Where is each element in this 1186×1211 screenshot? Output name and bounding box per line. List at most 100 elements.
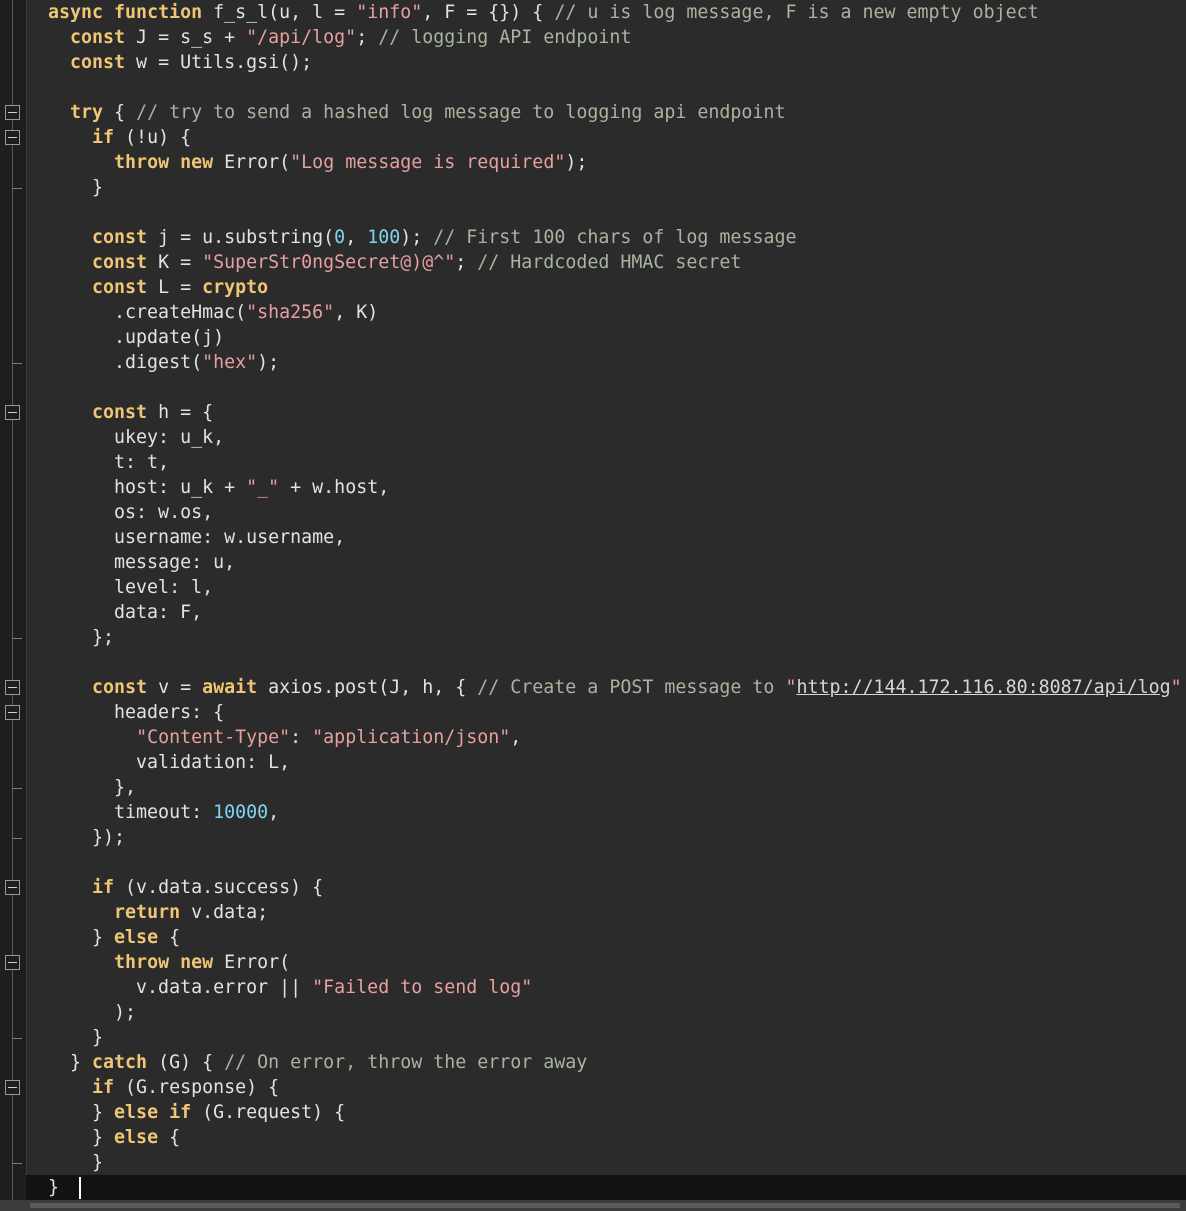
- url-link[interactable]: http://144.172.116.80:8087/api/log: [796, 677, 1170, 698]
- code-line[interactable]: const h = {: [48, 400, 1182, 425]
- code-line[interactable]: if (G.response) {: [48, 1075, 1182, 1100]
- code-line[interactable]: return v.data;: [48, 900, 1182, 925]
- code-token: ,: [510, 727, 522, 748]
- code-line[interactable]: });: [48, 825, 1182, 850]
- code-line[interactable]: const j = u.substring(0, 100); // First …: [48, 225, 1182, 250]
- code-line[interactable]: throw new Error("Log message is required…: [48, 150, 1182, 175]
- fold-toggle-icon[interactable]: [5, 705, 20, 720]
- code-line[interactable]: const J = s_s + "/api/log"; // logging A…: [48, 25, 1182, 50]
- fold-end-tick: [12, 1163, 22, 1164]
- code-token: level: l,: [48, 577, 214, 598]
- code-line[interactable]: try { // try to send a hashed log messag…: [48, 100, 1182, 125]
- code-line[interactable]: const L = crypto: [48, 275, 1182, 300]
- code-line[interactable]: .createHmac("sha256", K): [48, 300, 1182, 325]
- code-token: new: [180, 952, 214, 973]
- code-line[interactable]: [48, 375, 1182, 400]
- fold-toggle-icon[interactable]: [5, 405, 20, 420]
- code-line[interactable]: .update(j): [48, 325, 1182, 350]
- code-line[interactable]: v.data.error || "Failed to send log": [48, 975, 1182, 1000]
- code-token: {: [158, 1127, 181, 1148]
- code-line[interactable]: const v = await axios.post(J, h, { // Cr…: [48, 675, 1182, 700]
- code-token: f_s_l(u, l =: [202, 2, 357, 23]
- code-line[interactable]: timeout: 10000,: [48, 800, 1182, 825]
- code-token: (G) {: [147, 1052, 225, 1073]
- code-line[interactable]: if (!u) {: [48, 125, 1182, 150]
- fold-toggle-icon[interactable]: [5, 105, 20, 120]
- code-token: async: [48, 2, 104, 23]
- code-token: }: [48, 1102, 115, 1123]
- scrollbar-thumb[interactable]: [30, 1203, 1180, 1208]
- code-line[interactable]: } else {: [48, 1125, 1182, 1150]
- code-line[interactable]: }: [48, 1175, 1182, 1200]
- code-token: await: [202, 677, 258, 698]
- code-token: ,: [345, 227, 368, 248]
- code-line[interactable]: } else {: [48, 925, 1182, 950]
- code-line[interactable]: const K = "SuperStr0ngSecret@)@^"; // Ha…: [48, 250, 1182, 275]
- code-line[interactable]: validation: L,: [48, 750, 1182, 775]
- code-line[interactable]: if (v.data.success) {: [48, 875, 1182, 900]
- code-token: }: [48, 1027, 104, 1048]
- code-line[interactable]: };: [48, 625, 1182, 650]
- code-line[interactable]: t: t,: [48, 450, 1182, 475]
- code-token: ": [1170, 677, 1182, 698]
- code-token: "/api/log": [246, 27, 357, 48]
- fold-toggle-icon[interactable]: [5, 1080, 20, 1095]
- code-line[interactable]: }: [48, 175, 1182, 200]
- code-editor[interactable]: async function f_s_l(u, l = "info", F = …: [0, 0, 1186, 1211]
- code-line[interactable]: },: [48, 775, 1182, 800]
- code-line[interactable]: throw new Error(: [48, 950, 1182, 975]
- code-line[interactable]: message: u,: [48, 550, 1182, 575]
- code-token: "_": [246, 477, 280, 498]
- code-token: const: [92, 252, 148, 273]
- code-token: os: w.os,: [48, 502, 214, 523]
- code-token: axios.post(J, h, {: [257, 677, 478, 698]
- code-token: new: [180, 152, 214, 173]
- fold-toggle-icon[interactable]: [5, 130, 20, 145]
- code-line[interactable]: }: [48, 1025, 1182, 1050]
- code-token: v =: [147, 677, 203, 698]
- code-line[interactable]: } catch (G) { // On error, throw the err…: [48, 1050, 1182, 1075]
- code-line[interactable]: );: [48, 1000, 1182, 1025]
- code-token: :: [290, 727, 313, 748]
- code-token: 10000: [213, 802, 269, 823]
- code-line[interactable]: host: u_k + "_" + w.host,: [48, 475, 1182, 500]
- code-line[interactable]: "Content-Type": "application/json",: [48, 725, 1182, 750]
- fold-toggle-icon[interactable]: [5, 955, 20, 970]
- code-line[interactable]: } else if (G.request) {: [48, 1100, 1182, 1125]
- fold-toggle-icon[interactable]: [5, 680, 20, 695]
- code-token: v.data;: [180, 902, 269, 923]
- code-line[interactable]: [48, 200, 1182, 225]
- code-line[interactable]: }: [48, 1150, 1182, 1175]
- code-token: "hex": [202, 352, 258, 373]
- code-token: }: [48, 177, 104, 198]
- code-content[interactable]: async function f_s_l(u, l = "info", F = …: [48, 0, 1182, 1200]
- code-line[interactable]: data: F,: [48, 600, 1182, 625]
- code-token: else: [114, 1127, 159, 1148]
- code-token: , K): [334, 302, 379, 323]
- code-token: h = {: [147, 402, 214, 423]
- horizontal-scrollbar[interactable]: [0, 1200, 1186, 1211]
- code-token: if: [92, 1077, 115, 1098]
- code-line[interactable]: [48, 75, 1182, 100]
- code-line[interactable]: [48, 850, 1182, 875]
- code-line[interactable]: ukey: u_k,: [48, 425, 1182, 450]
- code-token: function: [114, 2, 203, 23]
- fold-end-tick: [12, 188, 22, 189]
- fold-end-tick: [12, 363, 22, 364]
- code-line[interactable]: const w = Utils.gsi();: [48, 50, 1182, 75]
- code-line[interactable]: level: l,: [48, 575, 1182, 600]
- code-token: {: [158, 927, 181, 948]
- code-line[interactable]: username: w.username,: [48, 525, 1182, 550]
- code-line[interactable]: .digest("hex");: [48, 350, 1182, 375]
- code-line[interactable]: [48, 650, 1182, 675]
- code-token: ": [785, 677, 797, 698]
- code-token: Error(: [213, 152, 291, 173]
- code-token: 100: [367, 227, 401, 248]
- code-line[interactable]: async function f_s_l(u, l = "info", F = …: [48, 0, 1182, 25]
- fold-toggle-icon[interactable]: [5, 880, 20, 895]
- code-token: (G.response) {: [114, 1077, 280, 1098]
- code-line[interactable]: os: w.os,: [48, 500, 1182, 525]
- code-line[interactable]: headers: {: [48, 700, 1182, 725]
